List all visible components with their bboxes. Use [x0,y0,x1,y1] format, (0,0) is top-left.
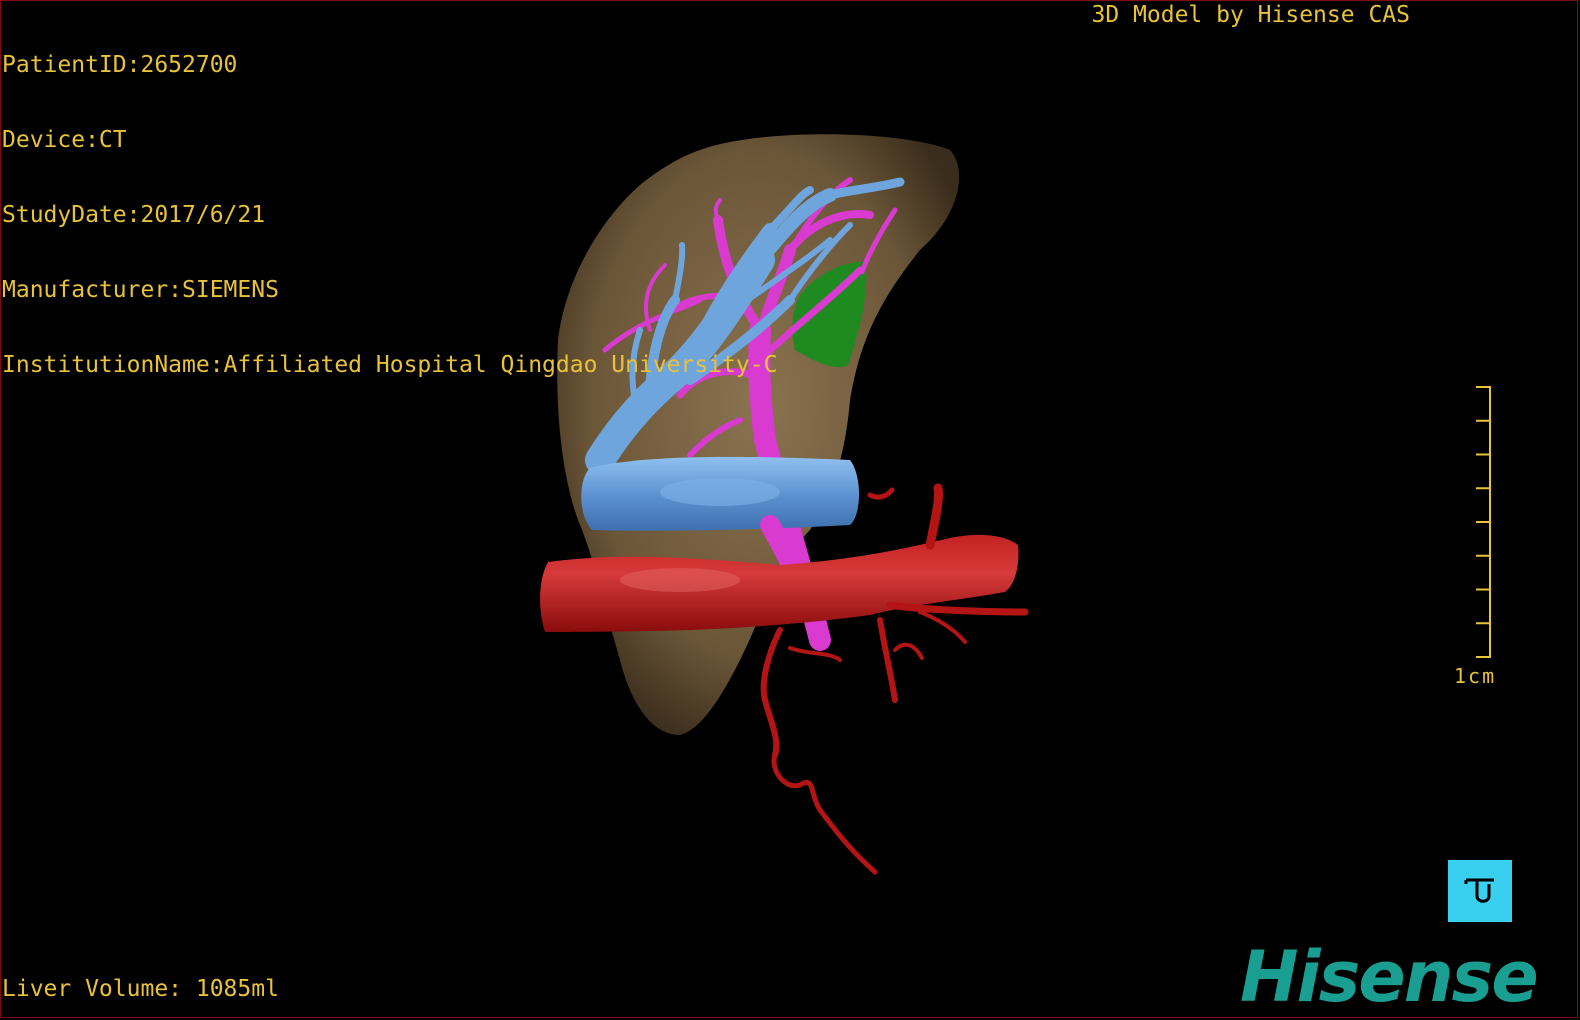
study-date: StudyDate:2017/6/21 [2,202,266,228]
scale-bar [1476,386,1491,658]
institution-name: InstitutionName:Affiliated Hospital Qing… [2,352,778,378]
model-credit: 3D Model by Hisense CAS [1091,2,1411,28]
liver-volume: Liver Volume: 1085ml [2,976,279,1002]
hisense-logo: Hisense [1240,936,1539,1018]
scale-label: 1cm [1454,664,1497,688]
orientation-reset-icon [1464,878,1494,903]
orientation-reset-button[interactable] [1448,860,1512,922]
patient-id: PatientID:2652700 [2,52,238,78]
device: Device:CT [2,127,127,153]
dicom-info: PatientID:2652700 Device:CT StudyDate:20… [2,3,777,403]
manufacturer: Manufacturer:SIEMENS [2,277,279,303]
